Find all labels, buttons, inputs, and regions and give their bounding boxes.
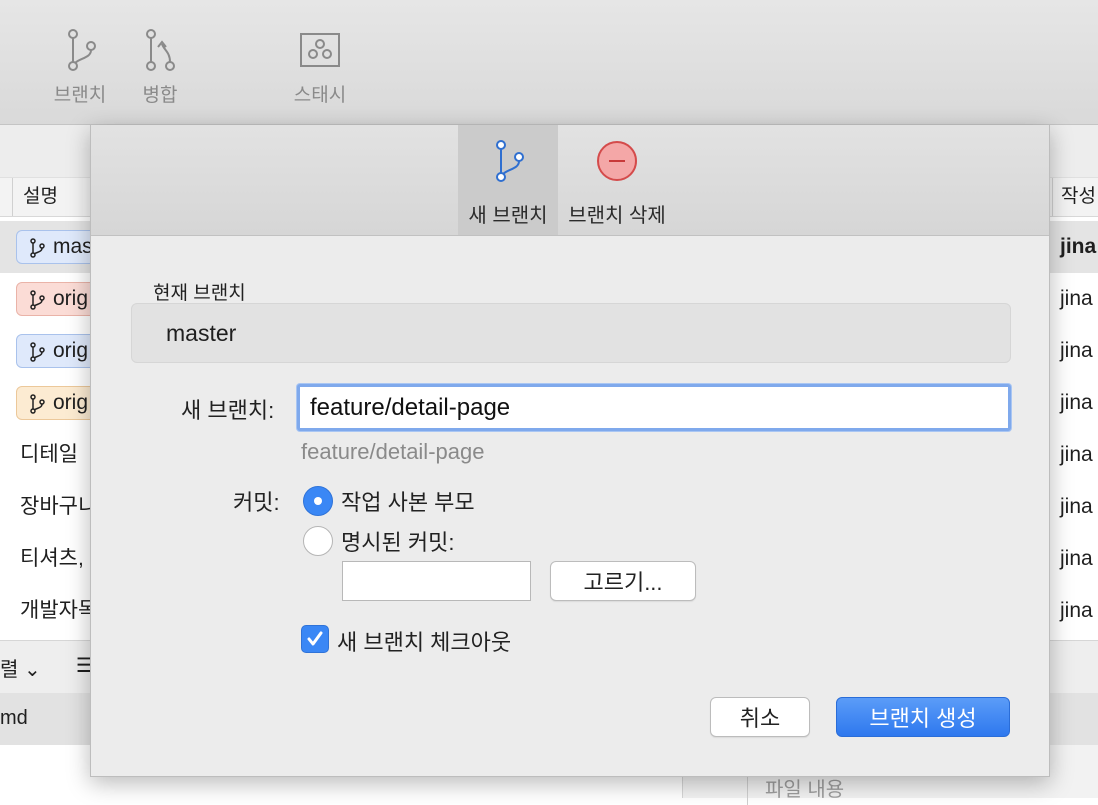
choose-commit-button[interactable]: 고르기...	[550, 561, 696, 601]
main-toolbar: 브랜치 병합 스태시	[0, 0, 1098, 125]
author-column-header[interactable]: 작성	[1052, 178, 1096, 216]
branch-icon	[496, 140, 524, 182]
author-cell: jina	[1060, 495, 1093, 518]
description-cell: 개발자목	[20, 599, 98, 622]
branch-icon	[30, 290, 45, 310]
stash-toolbar-button[interactable]: 스태시	[288, 28, 352, 107]
author-cell: jina	[1060, 235, 1097, 258]
description-cell: 티셔츠,	[20, 547, 84, 570]
delete-icon	[597, 141, 637, 181]
branch-icon	[30, 342, 45, 362]
branch-badge-label: orig	[53, 391, 89, 414]
checkout-checkbox[interactable]	[301, 625, 329, 653]
file-name: md	[0, 707, 28, 729]
branch-icon	[30, 238, 45, 258]
author-cell: jina	[1060, 339, 1093, 362]
author-cell: jina	[1060, 391, 1093, 414]
checkmark-icon	[307, 631, 323, 646]
merge-toolbar-label: 병합	[142, 85, 178, 106]
branch-toolbar-label: 브랜치	[53, 85, 107, 106]
merge-icon	[146, 29, 175, 71]
new-branch-label: 새 브랜치:	[181, 398, 275, 423]
branch-badge-label: orig	[53, 339, 89, 362]
merge-toolbar-button[interactable]: 병합	[138, 28, 182, 107]
branch-toolbar-button[interactable]: 브랜치	[50, 28, 110, 107]
current-branch-value: master	[166, 320, 237, 346]
tab-new-branch-label: 새 브랜치	[468, 205, 548, 227]
cancel-button[interactable]: 취소	[710, 697, 810, 737]
specified-commit-input[interactable]	[342, 561, 531, 601]
working-copy-parent-radio[interactable]	[303, 486, 333, 516]
branch-icon	[30, 394, 45, 414]
branch-dialog: 새 브랜치 브랜치 삭제 현재 브랜치 master 새 브랜치: featur…	[90, 125, 1050, 777]
author-cell: jina	[1060, 547, 1093, 570]
description-cell: 장바구니	[20, 495, 98, 518]
tab-delete-branch-label: 브랜치 삭제	[568, 205, 666, 227]
branch-icon	[68, 29, 96, 71]
specified-commit-radio[interactable]	[303, 526, 333, 556]
stash-icon	[300, 33, 340, 67]
dialog-tab-bar: 새 브랜치 브랜치 삭제	[91, 125, 1049, 236]
tab-delete-branch[interactable]: 브랜치 삭제	[564, 125, 670, 235]
current-branch-field: master	[131, 303, 1011, 363]
working-copy-parent-label[interactable]: 작업 사본 부모	[341, 485, 475, 517]
new-branch-input[interactable]	[297, 384, 1011, 431]
author-cell: jina	[1060, 443, 1093, 466]
tab-new-branch[interactable]: 새 브랜치	[458, 125, 558, 235]
current-branch-label: 현재 브랜치	[153, 283, 246, 304]
sort-dropdown[interactable]: 렬 ⌄	[0, 653, 41, 682]
description-column-header[interactable]: 설명	[12, 178, 58, 216]
branch-badge-label: orig	[53, 287, 89, 310]
description-cell: 디테일	[20, 443, 78, 466]
stash-toolbar-label: 스태시	[293, 85, 347, 106]
checkout-label[interactable]: 새 브랜치 체크아웃	[337, 625, 511, 657]
specified-commit-label[interactable]: 명시된 커밋:	[341, 525, 454, 557]
author-cell: jina	[1060, 287, 1093, 310]
author-cell: jina	[1060, 599, 1093, 622]
commit-label: 커밋:	[233, 490, 280, 515]
new-branch-preview: feature/detail-page	[301, 439, 485, 464]
create-branch-button[interactable]: 브랜치 생성	[836, 697, 1010, 737]
branch-badge-label: mas	[53, 235, 93, 258]
